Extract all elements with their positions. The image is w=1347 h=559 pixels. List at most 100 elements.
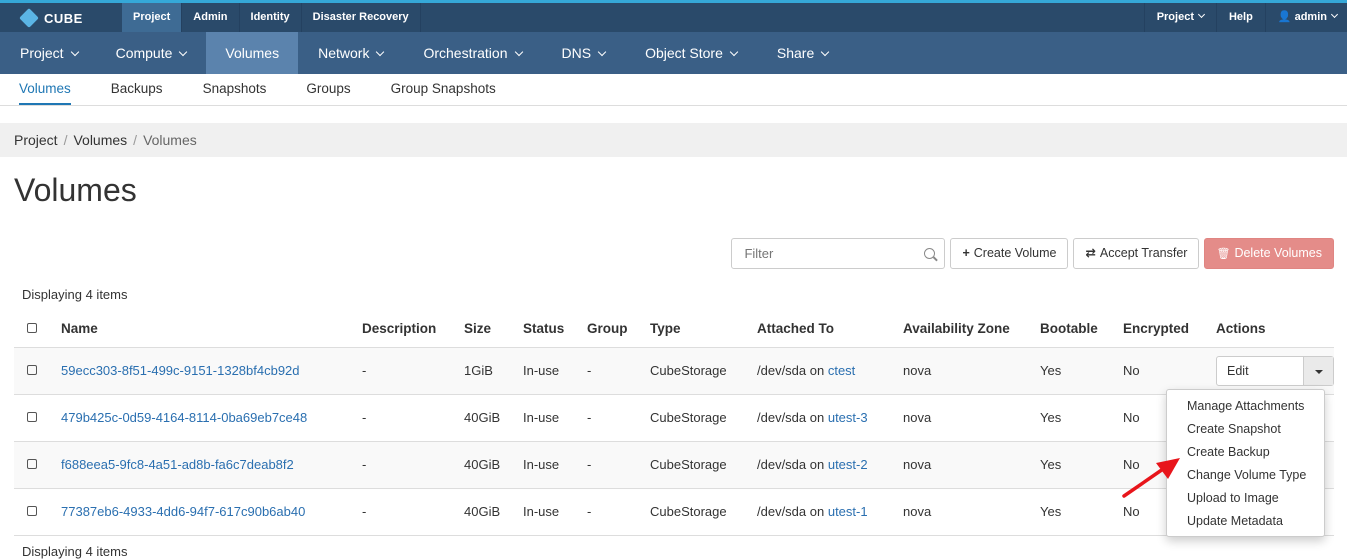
annotation-arrow-icon <box>1122 458 1180 498</box>
user-menu[interactable]: 👤 admin <box>1264 3 1347 32</box>
attached-device: /dev/sda on <box>757 504 825 519</box>
edit-volume-button[interactable]: Edit Volume <box>1217 357 1303 406</box>
nav-compute[interactable]: Compute <box>98 32 207 74</box>
volume-name-link[interactable]: f688eea5-9fc8-4a51-ad8b-fa6c7deab8f2 <box>61 457 294 472</box>
instance-link[interactable]: ctest <box>828 363 855 378</box>
col-type[interactable]: Type <box>650 310 757 348</box>
topnav-admin[interactable]: Admin <box>182 3 240 32</box>
filter-input[interactable] <box>732 239 945 268</box>
tab-group-snapshots[interactable]: Group Snapshots <box>391 74 496 105</box>
col-size[interactable]: Size <box>464 310 523 348</box>
create-volume-label: Create Volume <box>973 246 1057 260</box>
col-group[interactable]: Group <box>587 310 650 348</box>
topnav-project[interactable]: Project <box>122 3 183 32</box>
nav-dns[interactable]: DNS <box>542 32 626 74</box>
instance-link[interactable]: utest-2 <box>828 457 868 472</box>
cube-logo-icon <box>19 8 39 28</box>
col-status[interactable]: Status <box>523 310 587 348</box>
col-encrypted[interactable]: Encrypted <box>1123 310 1216 348</box>
chevron-down-icon <box>1197 10 1206 19</box>
project-selector-label: Project <box>1156 11 1194 23</box>
row-checkbox[interactable] <box>27 506 37 516</box>
nav-network[interactable]: Network <box>298 32 403 74</box>
volume-name-cell: f688eea5-9fc8-4a51-ad8b-fa6c7deab8f2 <box>61 441 362 489</box>
chevron-down-icon <box>514 47 523 57</box>
topnav-identity[interactable]: Identity <box>240 3 302 32</box>
description-cell: - <box>362 488 464 536</box>
group-cell: - <box>587 441 650 489</box>
row-checkbox[interactable] <box>27 365 37 375</box>
top-bar: CUBE Project Admin Identity Disaster Rec… <box>0 0 1347 32</box>
col-attached-to[interactable]: Attached To <box>757 310 903 348</box>
encrypted-cell: No <box>1123 347 1216 395</box>
type-cell: CubeStorage <box>650 394 757 442</box>
accept-transfer-button[interactable]: ⇄ Accept Transfer <box>1073 238 1200 269</box>
tab-volumes[interactable]: Volumes <box>19 74 71 105</box>
zone-cell: nova <box>903 441 1040 489</box>
col-actions: Actions <box>1216 310 1334 348</box>
status-cell: In-use <box>523 441 587 489</box>
page-title: Volumes <box>14 172 137 208</box>
help-link[interactable]: Help <box>1215 3 1265 32</box>
plus-icon: + <box>962 246 970 260</box>
trash-icon: 🗑 <box>1216 248 1231 260</box>
table-row: 59ecc303-8f51-499c-9151-1328bf4cb92d - 1… <box>14 347 1334 406</box>
row-checkbox[interactable] <box>27 412 37 422</box>
user-icon: 👤 <box>1277 11 1292 23</box>
attached-device: /dev/sda on <box>757 457 825 472</box>
tab-backups[interactable]: Backups <box>111 74 163 105</box>
actions-dropdown-toggle[interactable] <box>1303 356 1333 385</box>
row-select-cell <box>14 347 61 395</box>
chevron-down-icon <box>376 47 385 57</box>
search-icon[interactable] <box>924 248 936 259</box>
breadcrumb-volumes[interactable]: Volumes <box>73 132 127 148</box>
topnav-disaster-recovery[interactable]: Disaster Recovery <box>302 3 421 32</box>
bootable-cell: Yes <box>1040 488 1123 536</box>
menu-item-create-snapshot[interactable]: Create Snapshot <box>1167 418 1324 441</box>
nav-orchestration-label: Orchestration <box>423 45 508 61</box>
volume-name-link[interactable]: 479b425c-0d59-4164-8114-0ba69eb7ce48 <box>61 410 307 425</box>
tab-groups[interactable]: Groups <box>306 74 350 105</box>
description-cell: - <box>362 394 464 442</box>
brand-logo[interactable]: CUBE <box>19 8 83 28</box>
menu-item-upload-to-image[interactable]: Upload to Image <box>1167 487 1324 510</box>
filter-box <box>731 238 946 269</box>
attached-to-cell: /dev/sda on utest-1 <box>757 488 903 536</box>
select-all-checkbox[interactable] <box>27 322 37 333</box>
tab-snapshots[interactable]: Snapshots <box>203 74 267 105</box>
group-cell: - <box>587 394 650 442</box>
volume-name-link[interactable]: 77387eb6-4933-4dd6-94f7-617c90b6ab40 <box>61 504 305 519</box>
menu-item-create-backup[interactable]: Create Backup <box>1167 441 1324 464</box>
size-cell: 40GiB <box>464 441 523 489</box>
table-row: 479b425c-0d59-4164-8114-0ba69eb7ce48 - 4… <box>14 394 1334 442</box>
col-name[interactable]: Name <box>61 310 362 348</box>
volume-name-link[interactable]: 59ecc303-8f51-499c-9151-1328bf4cb92d <box>61 363 300 378</box>
nav-share[interactable]: Share <box>757 32 848 74</box>
attached-to-cell: /dev/sda on utest-2 <box>757 441 903 489</box>
col-description[interactable]: Description <box>362 310 464 348</box>
main-nav: Project Compute Volumes Network Orchestr… <box>0 32 1347 74</box>
nav-project[interactable]: Project <box>0 32 98 74</box>
create-volume-button[interactable]: + Create Volume <box>950 238 1069 269</box>
nav-volumes[interactable]: Volumes <box>206 32 299 74</box>
row-checkbox[interactable] <box>27 459 37 469</box>
breadcrumb-project[interactable]: Project <box>14 132 58 148</box>
col-bootable[interactable]: Bootable <box>1040 310 1123 348</box>
project-selector[interactable]: Project <box>1143 3 1216 32</box>
volume-name-cell: 77387eb6-4933-4dd6-94f7-617c90b6ab40 <box>61 488 362 536</box>
breadcrumb-separator: / <box>63 132 68 148</box>
instance-link[interactable]: utest-1 <box>828 504 868 519</box>
instance-link[interactable]: utest-3 <box>828 410 868 425</box>
attached-to-cell: /dev/sda on ctest <box>757 347 903 395</box>
col-availability-zone[interactable]: Availability Zone <box>903 310 1040 348</box>
group-cell: - <box>587 347 650 395</box>
chevron-down-icon <box>597 47 607 57</box>
menu-item-update-metadata[interactable]: Update Metadata <box>1167 510 1324 533</box>
menu-item-manage-attachments[interactable]: Manage Attachments <box>1167 395 1324 418</box>
menu-item-change-volume-type[interactable]: Change Volume Type <box>1167 464 1324 487</box>
nav-object-store[interactable]: Object Store <box>625 32 757 74</box>
nav-orchestration[interactable]: Orchestration <box>403 32 541 74</box>
delete-volumes-button[interactable]: 🗑 Delete Volumes <box>1204 238 1334 269</box>
row-select-cell <box>14 488 61 536</box>
description-cell: - <box>362 347 464 395</box>
